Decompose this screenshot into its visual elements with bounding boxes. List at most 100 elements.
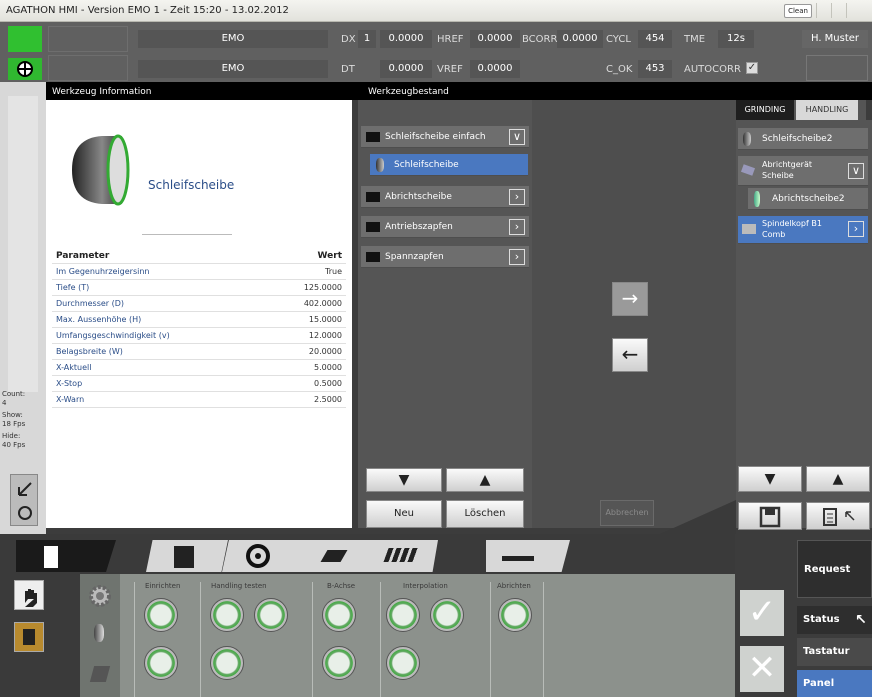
b-axis-swing-button[interactable] xyxy=(322,598,356,632)
autocorr-checkbox[interactable]: ✓ xyxy=(746,62,758,74)
bottom-control-panel: Einrichten Handling testen B-Achse Inter… xyxy=(0,574,735,697)
tab-1[interactable] xyxy=(16,540,116,572)
gear-icon[interactable] xyxy=(86,582,114,610)
chevron-down-icon[interactable]: ∨ xyxy=(848,163,864,179)
tab-4[interactable] xyxy=(300,540,378,572)
setup-program-button[interactable] xyxy=(144,598,178,632)
list-item-antriebszapfen[interactable]: Antriebszapfen › xyxy=(361,216,529,238)
transfer-right-button[interactable]: → xyxy=(612,282,648,316)
param-value: True xyxy=(325,267,342,276)
tab-3-active[interactable] xyxy=(222,540,308,572)
interpolation-1-button[interactable] xyxy=(386,598,420,632)
list-item-schleifscheibe[interactable]: Schleifscheibe xyxy=(370,154,528,176)
profile-subtab-icon[interactable] xyxy=(89,666,111,682)
table-row[interactable]: Max. Aussenhöhe (H) 15.0000 xyxy=(52,312,346,328)
interpolation-3-button[interactable] xyxy=(386,646,420,680)
tab-handling[interactable]: HANDLING xyxy=(796,100,858,120)
cursor-arrow-icon: ↖ xyxy=(855,612,867,628)
reject-button[interactable]: ✕ xyxy=(740,646,784,692)
hide-value: 40 Fps xyxy=(2,441,26,449)
cycl-value: 454 xyxy=(638,30,672,48)
wheel-subtab-icon[interactable] xyxy=(94,624,104,642)
table-row[interactable]: X-Stop 0.5000 xyxy=(52,376,346,392)
folder-icon xyxy=(366,192,380,202)
table-row[interactable]: Umfangsgeschwindigkeit (v) 12.0000 xyxy=(52,328,346,344)
chevron-right-icon[interactable]: › xyxy=(509,189,525,205)
header-slot-2 xyxy=(48,55,128,81)
tastatur-button[interactable]: Tastatur xyxy=(797,638,872,666)
move-down-button[interactable]: ▼ xyxy=(366,468,442,492)
table-row[interactable]: Im Gegenuhrzeigersinn True xyxy=(52,264,346,280)
move-up-button[interactable]: ▲ xyxy=(446,468,524,492)
request-button[interactable]: Request xyxy=(797,540,872,598)
table-row[interactable]: X-Aktuell 5.0000 xyxy=(52,360,346,376)
param-name: Max. Aussenhöhe (H) xyxy=(56,315,142,324)
save-button[interactable] xyxy=(738,502,802,530)
list-item-spindelkopf[interactable]: Spindelkopf B1 Comb › xyxy=(738,216,868,244)
table-row[interactable]: Durchmesser (D) 402.0000 xyxy=(52,296,346,312)
target-icon-box[interactable] xyxy=(8,58,42,80)
delete-button[interactable]: Löschen xyxy=(446,500,524,528)
save-icon xyxy=(759,506,781,528)
calculator-button[interactable] xyxy=(806,502,870,530)
grinding-up-button[interactable]: ▲ xyxy=(806,466,870,492)
dressing-button[interactable] xyxy=(498,598,532,632)
window-button-1[interactable] xyxy=(816,3,830,18)
transfer-left-button[interactable]: ← xyxy=(612,338,648,372)
handling-test-2-button[interactable] xyxy=(254,598,288,632)
list-item-abrichtscheibe[interactable]: Abrichtscheibe › xyxy=(361,186,529,208)
list-item-schleifscheibe-einfach[interactable]: Schleifscheibe einfach ∨ xyxy=(361,126,529,148)
clean-button[interactable]: Clean xyxy=(784,4,812,18)
chevron-right-icon[interactable]: › xyxy=(509,249,525,265)
table-row[interactable]: Tiefe (T) 125.0000 xyxy=(52,280,346,296)
list-item-abrichtscheibe2[interactable]: Abrichtscheibe2 xyxy=(748,188,868,210)
vref-label: VREF xyxy=(437,64,463,75)
tme-label: TME xyxy=(684,34,706,45)
b-axis-manual-button[interactable] xyxy=(322,646,356,680)
window-button-2[interactable] xyxy=(831,3,845,18)
target-icon xyxy=(17,61,33,77)
param-name: Belagsbreite (W) xyxy=(56,347,123,356)
param-value: 5.0000 xyxy=(314,363,342,372)
door-button[interactable] xyxy=(14,622,44,652)
list-item-schleifscheibe2[interactable]: Schleifscheibe2 xyxy=(738,128,868,150)
tab-grinding[interactable]: GRINDING xyxy=(736,100,794,120)
autocorr-label: AUTOCORR xyxy=(684,64,741,75)
tab-6[interactable] xyxy=(486,540,570,572)
list-item-abrichtgeraet[interactable]: Abrichtgerät Scheibe ∨ xyxy=(738,156,868,186)
status-button[interactable]: Status ↖ xyxy=(797,606,872,634)
param-name: Umfangsgeschwindigkeit (v) xyxy=(56,331,170,340)
status-green-indicator xyxy=(8,26,42,52)
tool-divider xyxy=(142,234,232,235)
user-name[interactable]: H. Muster xyxy=(802,30,868,48)
dx-value: 0.0000 xyxy=(380,30,432,48)
table-row[interactable]: X-Warn 2.5000 xyxy=(52,392,346,408)
confirm-button[interactable]: ✓ xyxy=(740,590,784,636)
table-row[interactable]: Belagsbreite (W) 20.0000 xyxy=(52,344,346,360)
machine-name-2: EMO xyxy=(138,60,328,78)
handling-test-1-button[interactable] xyxy=(210,598,244,632)
chevron-right-icon[interactable]: › xyxy=(848,221,864,237)
hand-mode-button[interactable] xyxy=(14,580,44,610)
count-label: Count: xyxy=(2,390,26,398)
tab-2[interactable] xyxy=(146,540,228,572)
dt-value: 0.0000 xyxy=(380,60,432,78)
hand-icon xyxy=(25,589,37,607)
interpolation-2-button[interactable] xyxy=(430,598,464,632)
handling-test-3-button[interactable] xyxy=(210,646,244,680)
werkzeugbestand-title: Werkzeugbestand xyxy=(368,87,449,97)
new-button[interactable]: Neu xyxy=(366,500,442,528)
chevron-right-icon[interactable]: › xyxy=(509,219,525,235)
left-status-strip: Count: 4 Show: 18 Fps Hide: 40 Fps xyxy=(0,82,46,534)
door-icon xyxy=(23,629,35,645)
list-item-spannzapfen[interactable]: Spannzapfen › xyxy=(361,246,529,268)
tab-5[interactable] xyxy=(370,540,438,572)
cancel-button[interactable]: Abbrechen xyxy=(600,500,654,526)
setup-tool-button[interactable] xyxy=(144,646,178,680)
window-button-3[interactable] xyxy=(846,3,860,18)
left-tool-button[interactable] xyxy=(10,474,38,526)
param-value: 12.0000 xyxy=(308,331,342,340)
grinding-down-button[interactable]: ▼ xyxy=(738,466,802,492)
chevron-down-icon[interactable]: ∨ xyxy=(509,129,525,145)
panel-button[interactable]: Panel xyxy=(797,670,872,697)
